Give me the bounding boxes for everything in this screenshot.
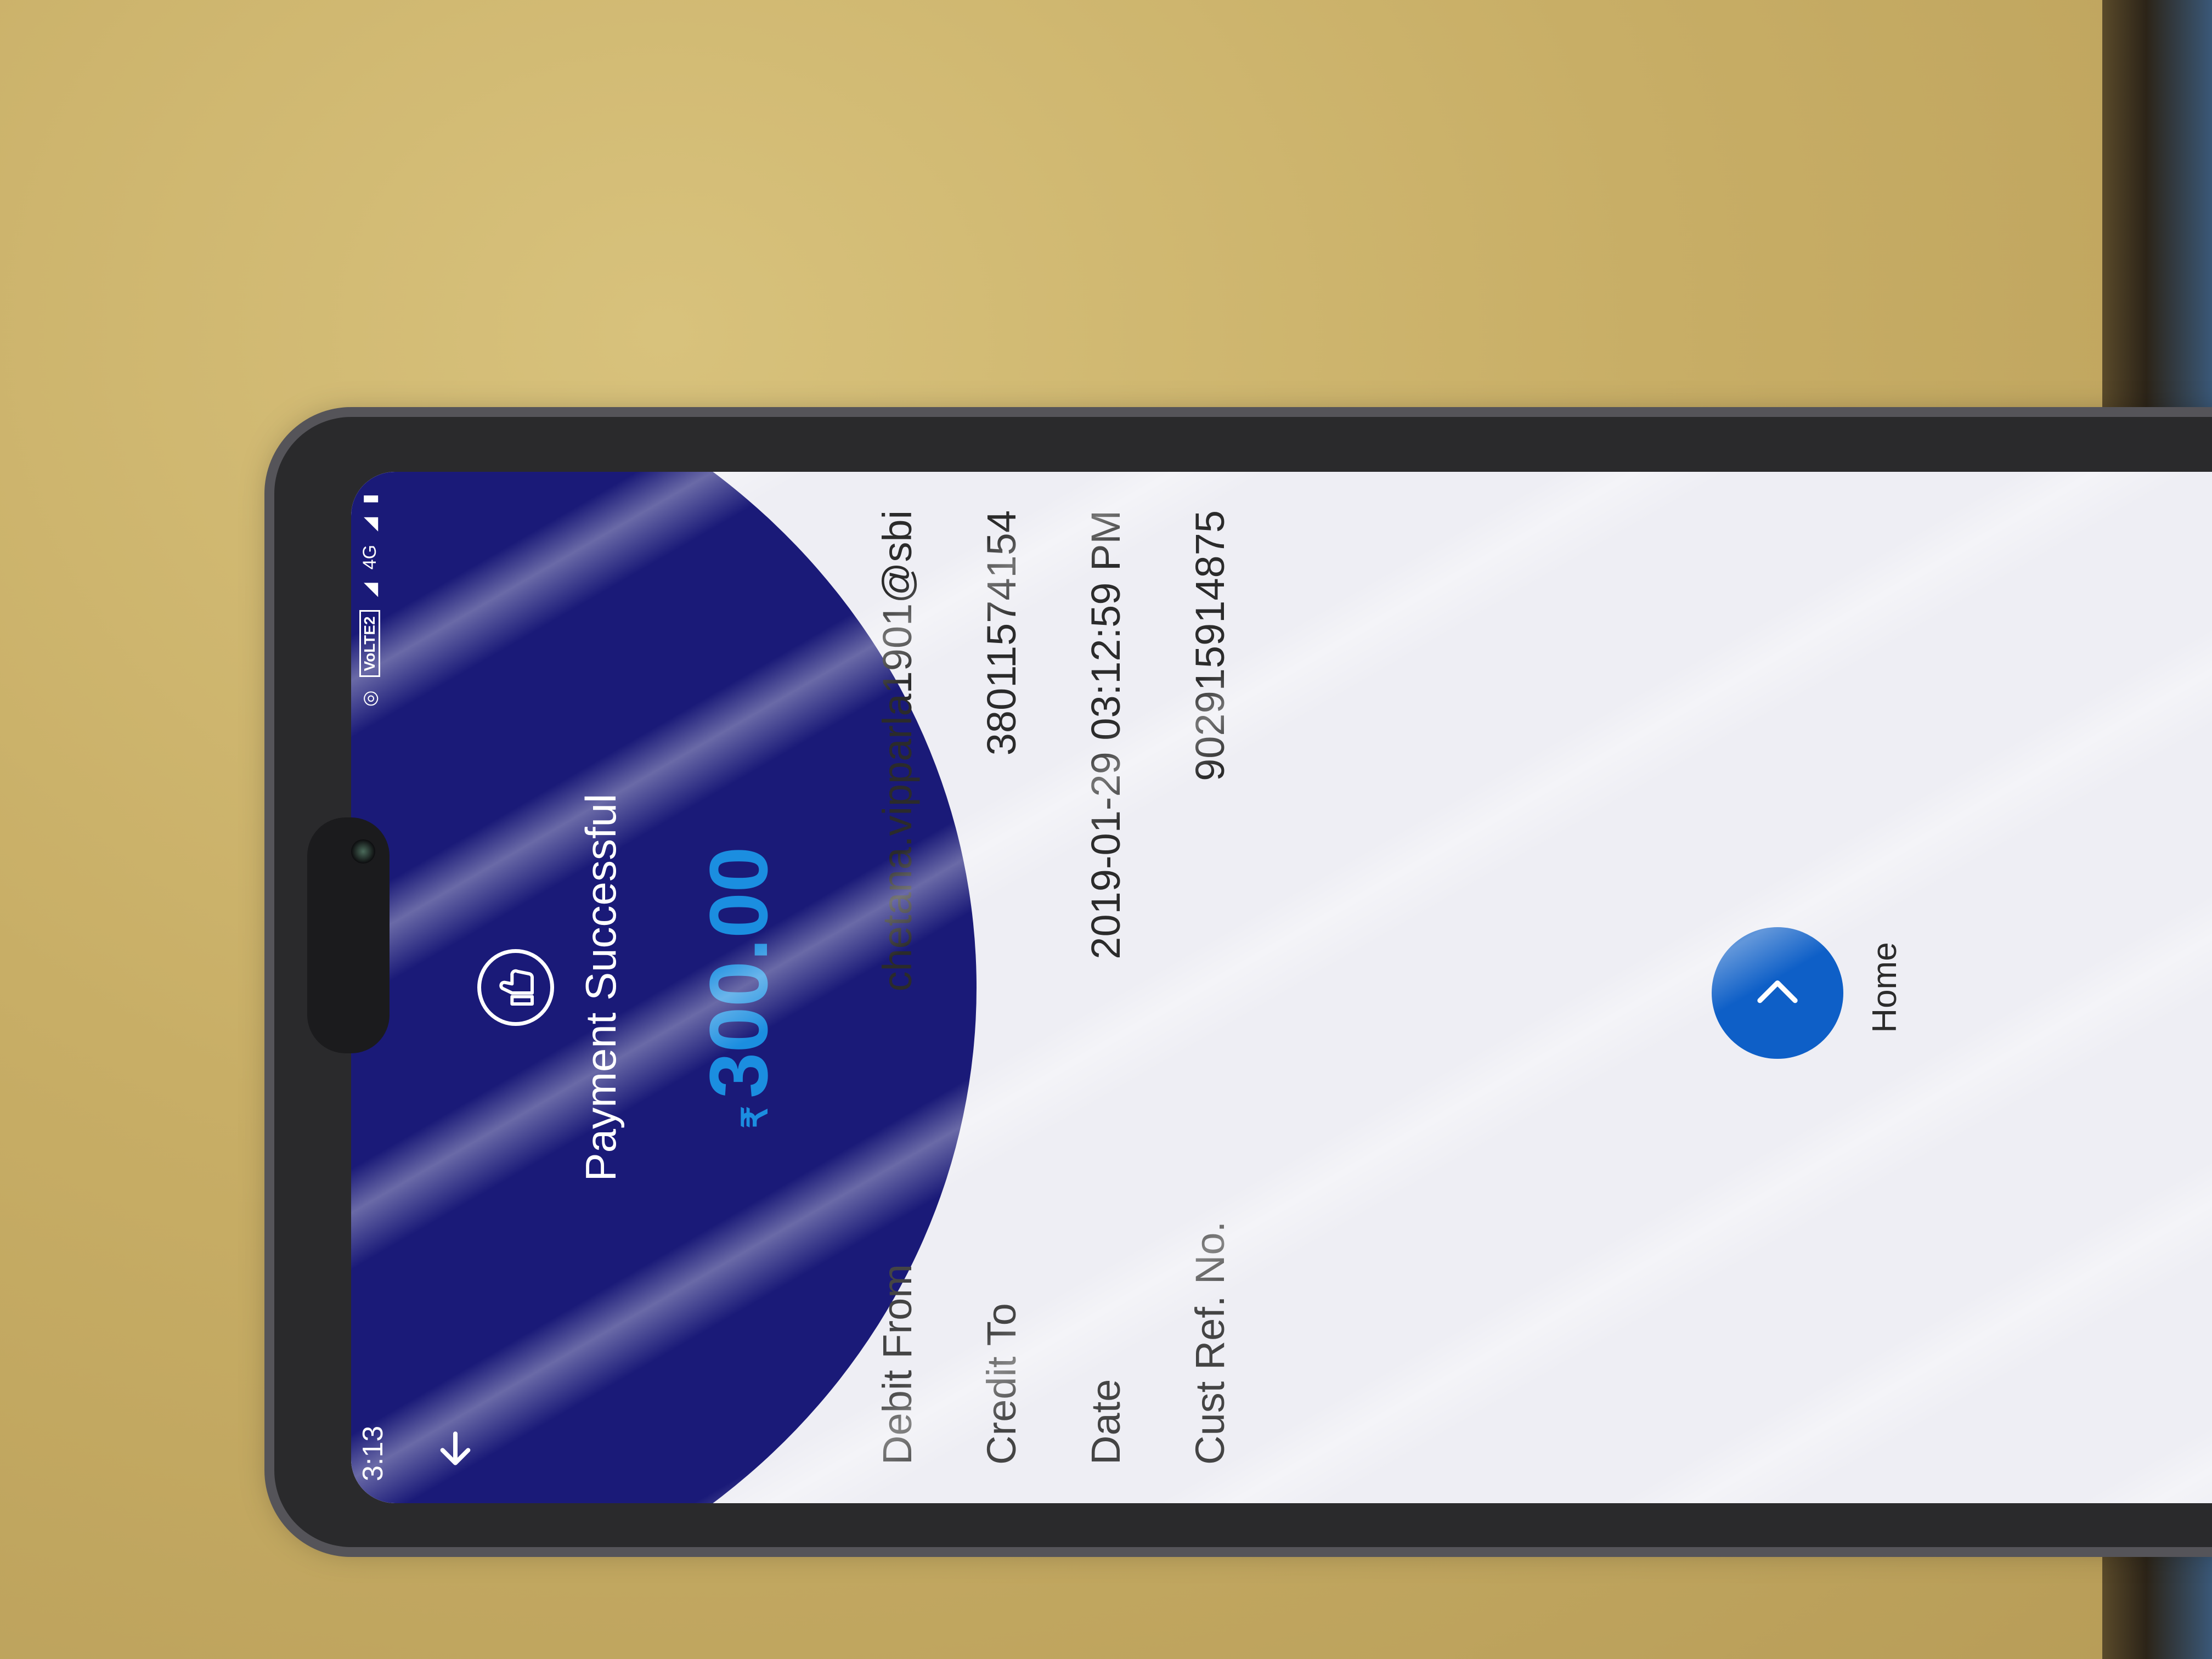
amount-value: 300.00 bbox=[692, 847, 785, 1099]
status-icons: ◎ VoLTE2 ◢ 4G ◢ ▮ bbox=[359, 494, 381, 707]
detail-row-debit-from: Debit From chetana.vipparla1901@sbi bbox=[845, 510, 949, 1465]
detail-label: Debit From bbox=[874, 1264, 920, 1465]
detail-label: Credit To bbox=[978, 1303, 1024, 1465]
transaction-details: Debit From chetana.vipparla1901@sbi Cred… bbox=[845, 510, 1262, 1465]
back-button[interactable] bbox=[433, 1426, 484, 1470]
hotspot-icon: ◎ bbox=[359, 690, 380, 707]
detail-row-cust-ref: Cust Ref. No. 902915914875 bbox=[1158, 510, 1262, 1465]
front-camera bbox=[351, 839, 375, 864]
currency-symbol: ₹ bbox=[735, 1106, 775, 1128]
battery-icon: ▮ bbox=[359, 494, 380, 504]
detail-value: 902915914875 bbox=[1187, 510, 1233, 781]
status-time: 3:13 bbox=[357, 1425, 389, 1481]
thumbs-up-icon bbox=[499, 969, 534, 1006]
chevron-right-icon bbox=[1757, 980, 1798, 1003]
payment-app: 3:13 ◎ VoLTE2 ◢ 4G ◢ ▮ Payment Successfu… bbox=[351, 472, 2212, 1503]
success-badge bbox=[477, 949, 554, 1026]
signal-icon: ◢ bbox=[359, 583, 380, 597]
signal-icon-2: ◢ bbox=[359, 517, 380, 532]
arrow-left-icon bbox=[440, 1431, 471, 1465]
detail-row-date: Date 2019-01-29 03:12:59 PM bbox=[1053, 510, 1158, 1465]
detail-value: 2019-01-29 03:12:59 PM bbox=[1082, 510, 1128, 960]
home-button[interactable] bbox=[1712, 927, 1843, 1059]
detail-value: chetana.vipparla1901@sbi bbox=[874, 510, 920, 992]
detail-label: Date bbox=[1082, 1379, 1128, 1465]
detail-value: 38011574154 bbox=[978, 510, 1024, 756]
network-badge: VoLTE2 bbox=[359, 610, 380, 678]
detail-label: Cust Ref. No. bbox=[1187, 1221, 1233, 1465]
payment-amount: ₹300.00 bbox=[691, 472, 786, 1503]
phone-screen: 3:13 ◎ VoLTE2 ◢ 4G ◢ ▮ Payment Successfu… bbox=[351, 472, 2212, 1503]
home-label: Home bbox=[1866, 942, 1904, 1033]
network-type: 4G bbox=[359, 544, 380, 570]
phone-notch bbox=[307, 817, 390, 1053]
detail-row-credit-to: Credit To 38011574154 bbox=[949, 510, 1053, 1465]
page-title: Payment Successful bbox=[577, 793, 625, 1182]
